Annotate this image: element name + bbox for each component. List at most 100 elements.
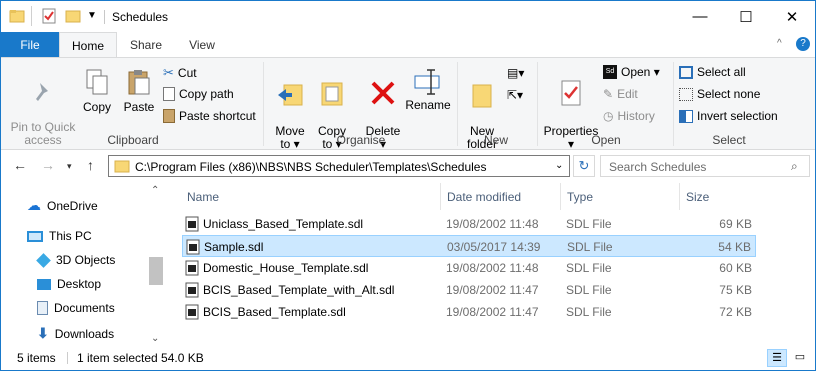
computer-icon — [27, 230, 43, 242]
tab-file[interactable]: File — [1, 32, 59, 58]
rename-button[interactable]: Rename — [405, 66, 451, 112]
file-row[interactable]: Sample.sdl 03/05/2017 14:39 SDL File 54 KB — [182, 235, 756, 257]
easy-access-icon[interactable]: ⇱▾ — [507, 88, 523, 102]
file-name: Uniclass_Based_Template.sdl — [203, 217, 364, 231]
close-button[interactable]: ✕ — [769, 1, 815, 32]
open-button[interactable]: Sd Open ▾ — [603, 65, 660, 79]
status-divider — [67, 352, 68, 364]
refresh-icon[interactable]: ↻ — [573, 155, 595, 177]
back-arrow-icon[interactable]: ← — [13, 157, 27, 173]
nav-item-label: Downloads — [54, 326, 115, 341]
paste-button[interactable]: Paste — [119, 68, 159, 114]
cube-icon — [36, 252, 51, 268]
nav-item-3d-objects[interactable]: 3D Objects — [36, 252, 115, 268]
nav-item-this-pc[interactable]: This PC — [27, 229, 92, 243]
invert-selection-button[interactable]: Invert selection — [679, 109, 778, 123]
pin-label: Pin to Quick access — [10, 120, 76, 147]
file-type: SDL File — [566, 217, 612, 231]
column-header-type[interactable]: Type — [567, 190, 593, 204]
tab-view[interactable]: View — [175, 32, 229, 58]
collapse-ribbon-icon[interactable]: ^ — [777, 38, 782, 49]
customize-qa-icon[interactable]: ▼ — [87, 10, 97, 21]
file-row[interactable]: BCIS_Based_Template.sdl 19/08/2002 11:47 S… — [182, 301, 756, 323]
ribbon-divider — [673, 62, 674, 146]
tab-share[interactable]: Share — [119, 32, 173, 58]
properties-check-icon[interactable] — [41, 8, 57, 27]
explorer-window: ▼ Schedules — ☐ ✕ File Home Share View ^… — [0, 0, 816, 371]
help-icon[interactable]: ? — [796, 37, 810, 51]
file-date: 03/05/2017 14:39 — [447, 240, 541, 254]
copy-path-label: Copy path — [179, 87, 234, 101]
folder-icon — [114, 160, 130, 173]
status-selection: 1 item selected 54.0 KB — [77, 351, 204, 365]
cut-label: Cut — [177, 66, 197, 80]
nav-scrollbar[interactable] — [148, 183, 164, 347]
select-all-label: Select all — [697, 65, 746, 79]
nav-item-desktop[interactable]: Desktop — [37, 277, 101, 291]
search-input[interactable]: Search Schedules ⌕ — [600, 155, 810, 177]
desktop-icon — [37, 278, 51, 290]
tab-home[interactable]: Home — [59, 32, 117, 58]
copy-button[interactable]: Copy — [79, 68, 115, 114]
file-size: 69 KB — [719, 217, 752, 231]
pin-quick-access-button[interactable]: Pin to Quick access — [7, 68, 79, 147]
address-bar[interactable]: C:\Program Files (x86)\NBS\NBS Scheduler… — [108, 155, 570, 177]
scissors-icon: ✂ — [163, 65, 174, 80]
paste-shortcut-button[interactable]: Paste shortcut — [163, 109, 256, 123]
status-item-count: 5 items — [17, 351, 56, 365]
column-header-size[interactable]: Size — [686, 190, 709, 204]
up-arrow-icon[interactable]: ↑ — [87, 157, 94, 173]
recent-locations-chevron-icon[interactable]: ▾ — [67, 161, 72, 172]
search-icon: ⌕ — [791, 159, 798, 173]
move-to-button[interactable]: Move to ▾ — [271, 66, 309, 151]
move-to-label: Move to ▾ — [275, 124, 305, 151]
address-dropdown-chevron-icon[interactable]: ⌄ — [555, 160, 563, 171]
invert-selection-label: Invert selection — [697, 109, 778, 123]
copy-to-icon — [321, 82, 343, 106]
select-none-button[interactable]: Select none — [679, 87, 760, 101]
select-none-icon — [679, 87, 693, 101]
file-size: 54 KB — [718, 240, 751, 254]
nav-item-label: Desktop — [57, 277, 102, 291]
title-bar: ▼ Schedules — ☐ ✕ — [1, 1, 815, 32]
forward-arrow-icon[interactable]: → — [41, 157, 55, 173]
address-row: ← → ▾ ↑ C:\Program Files (x86)\NBS\NBS S… — [1, 151, 815, 181]
ribbon: Pin to Quick access Copy Paste ✂ Cut Cop… — [1, 57, 815, 151]
select-all-button[interactable]: Select all — [679, 65, 746, 79]
sdl-file-icon — [185, 216, 199, 235]
sdl-file-icon — [185, 260, 199, 279]
nav-item-documents[interactable]: Documents — [37, 301, 115, 315]
column-header-date[interactable]: Date modified — [447, 190, 521, 204]
sdl-file-icon — [185, 282, 199, 301]
ribbon-divider — [457, 62, 458, 146]
details-view-icon[interactable]: ☰ — [767, 349, 787, 367]
large-icons-view-icon[interactable]: ▭ — [791, 349, 809, 367]
file-type: SDL File — [566, 283, 612, 297]
file-row[interactable]: BCIS_Based_Template_with_Alt.sdl 19/08/20… — [182, 279, 756, 301]
copy-path-button[interactable]: Copy path — [163, 87, 234, 101]
file-date: 19/08/2002 11:47 — [446, 305, 539, 319]
file-row[interactable]: Uniclass_Based_Template.sdl 19/08/2002 11… — [182, 213, 756, 235]
file-size: 60 KB — [719, 261, 752, 275]
file-row[interactable]: Domestic_House_Template.sdl 19/08/2002 11… — [182, 257, 756, 279]
downloads-icon: ⬇ — [37, 325, 49, 341]
scrollbar-thumb[interactable] — [149, 257, 163, 285]
maximize-button[interactable]: ☐ — [723, 1, 769, 32]
properties-icon — [561, 80, 581, 106]
sdl-file-icon — [186, 239, 200, 258]
history-label: History — [617, 109, 655, 123]
nav-item-label: This PC — [49, 229, 92, 243]
folder-icon — [9, 8, 25, 27]
open-label: Open ▾ — [621, 65, 660, 79]
edit-button[interactable]: ✎ Edit — [603, 87, 638, 101]
cut-button[interactable]: ✂ Cut — [163, 65, 197, 81]
column-header-name[interactable]: Name — [187, 190, 219, 204]
column-divider — [560, 183, 561, 210]
organise-group-label: Organise — [336, 133, 386, 147]
minimize-button[interactable]: — — [677, 1, 723, 32]
new-item-icon[interactable]: ▤▾ — [507, 66, 524, 80]
nav-item-downloads[interactable]: ⬇ Downloads — [37, 325, 114, 342]
history-button[interactable]: ◷ History — [603, 109, 655, 123]
nav-item-onedrive[interactable]: ☁ OneDrive — [27, 197, 98, 214]
new-folder-qa-icon[interactable] — [65, 8, 81, 27]
